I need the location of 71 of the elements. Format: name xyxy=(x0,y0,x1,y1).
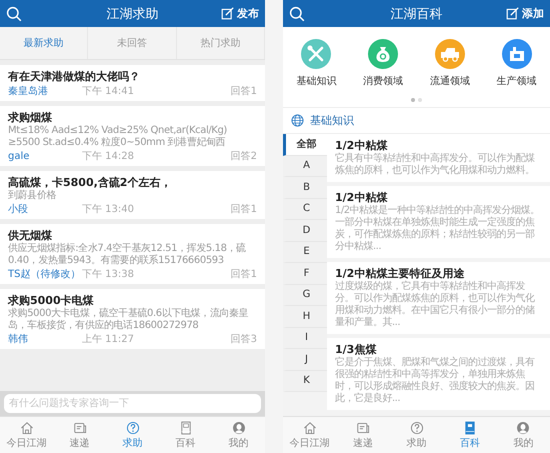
home-icon xyxy=(302,420,317,434)
screen-title: 江湖求助 xyxy=(106,6,158,22)
category-button[interactable]: 基础知识 xyxy=(296,39,336,88)
post-title: 供无烟煤 xyxy=(8,228,53,242)
book-icon xyxy=(462,420,477,434)
article-summary: 它是介于焦煤、肥煤和气煤之间的过渡煤，具有很强的粘结性和中高等挥发分，单独用来炼焦时，可以形成熔融性良好、强度较大的焦炭。因此，它是良好... xyxy=(335,357,536,405)
article-card[interactable]: 1/2中粘煤主要特征及用途 过度煤级的煤，它具有中等粘结性和中高挥发分。可以作为配煤炼焦的原料，也可以作为气化用煤和动力燃料。在中国它只有很小一部分的储量和产量。其... xyxy=(327,262,550,334)
article-title: 1/2中粘煤 xyxy=(335,191,388,204)
post-text: 求购5000大卡电煤，硫空干基硫0.6以下电煤，流向秦皇岛，车板接货，有供应的电话18600272978 xyxy=(8,308,250,332)
answer-count: 回答1 xyxy=(230,268,257,281)
edit-icon xyxy=(221,7,234,20)
question-input-field[interactable]: 有什么问题找专家咨询一下 xyxy=(4,394,261,413)
post-card[interactable]: 高硫煤，卡5800,含硫2个左右， 到蔚县价格 小段 下午 13:40 回答1 xyxy=(0,171,265,219)
post-time: 下午 13:38 xyxy=(82,268,134,281)
compose-button[interactable]: 添加 xyxy=(506,6,544,21)
post-title: 求购烟煤 xyxy=(8,110,53,125)
post-title: 有在天津港做煤的大佬吗？ xyxy=(8,69,141,84)
compose-button[interactable]: 发布 xyxy=(221,6,259,21)
book-icon xyxy=(178,420,192,434)
post-title: 求购5000卡电煤 xyxy=(8,293,95,308)
article-summary: 它具有中等粘结性和中高挥发分。可以作为配煤炼焦的原料，也可以作为气化用煤和动力燃料。 xyxy=(335,153,536,177)
post-card[interactable]: 供无烟煤 供应无烟煤指标:全水7.4空干基灰12.51，挥发5.18，硫0.40，发热量5943。有需要的联系15176660593 TS赵（待修改）下午 13:38 回答1 xyxy=(0,224,265,284)
question-icon xyxy=(410,420,424,434)
globe-icon xyxy=(291,114,304,127)
answer-count: 回答3 xyxy=(230,333,257,346)
article-card[interactable]: 1/2中粘煤 它具有中等粘结性和中高挥发分。可以作为配煤炼焦的原料，也可以作为气化用煤和动力燃料。 xyxy=(327,134,550,182)
author-link[interactable]: 小段 xyxy=(8,203,82,216)
author-link[interactable]: 韩伟 xyxy=(8,333,82,346)
tab-bar-item[interactable]: 百科 xyxy=(443,417,497,453)
question-icon xyxy=(126,420,140,434)
newspaper-icon xyxy=(356,420,370,434)
answer-count: 回答2 xyxy=(230,150,257,163)
category-button[interactable]: 消费领域 xyxy=(363,39,404,88)
person-icon xyxy=(516,420,530,434)
post-title: 高硫煤，卡5800,含硫2个左右， xyxy=(8,175,172,190)
search-icon[interactable] xyxy=(289,6,305,22)
post-text: Mt≤18% Aad≤12% Vad≥25% Qnet,ar(Kcal/Kg) ≥5500 St.ad≤0.4% 粒度0~50mm 到港曹妃甸西 xyxy=(8,125,228,149)
article-title: 1/2中粘煤 xyxy=(335,139,388,152)
screen-title: 江湖百科 xyxy=(390,6,442,22)
article-title: 1/2中粘煤主要特征及用途 xyxy=(335,267,466,280)
article-card[interactable]: 1/2中粘煤 1/2中粘煤是一种中等粘结性的中高挥发分烟煤。一部分中粘煤在单独炼焦时能生成一定强度的焦炭，可作配煤炼焦的原料；粘结性较弱的另一部分中粘煤... xyxy=(327,186,550,258)
author-link[interactable]: gale xyxy=(8,150,82,163)
page-indicator-dot[interactable] xyxy=(411,98,415,102)
answer-count: 回答1 xyxy=(230,85,257,98)
newspaper-icon xyxy=(72,420,86,434)
tab-bar-item[interactable]: 求助 xyxy=(106,417,159,453)
article-title: 1/3焦煤 xyxy=(335,343,378,356)
article-card[interactable]: 1/3焦煤 它是介于焦煤、肥煤和气煤之间的过渡煤，具有很强的粘结性和中高等挥发分，单独用来炼焦时，可以形成熔融性良好、强度较大的焦炭。因此，它是良好... xyxy=(327,338,550,410)
author-link[interactable]: 秦皇岛港 xyxy=(8,85,82,98)
post-time: 下午 13:40 xyxy=(82,203,134,216)
category-button[interactable]: 生产领域 xyxy=(496,39,537,88)
author-link[interactable]: TS赵（待修改） xyxy=(8,268,82,281)
post-time: 下午 14:41 xyxy=(82,85,134,98)
article-summary: 过度煤级的煤，它具有中等粘结性和中高挥发分。可以作为配煤炼焦的原料，也可以作为气化用煤和动力燃料。在中国它只有很小一部分的储量和产量。其... xyxy=(335,281,536,329)
person-icon xyxy=(232,420,246,434)
category-button[interactable]: 流通领域 xyxy=(430,39,470,88)
answer-count: 回答1 xyxy=(230,203,257,216)
section-title: 基础知识 xyxy=(310,113,354,128)
post-card[interactable]: 有在天津港做煤的大佬吗？ 秦皇岛港 下午 14:41 回答1 xyxy=(0,65,265,101)
post-card[interactable]: 求购烟煤 Mt≤18% Aad≤12% Vad≥25% Qnet,ar(Kcal/Kg) ≥5500 St.ad≤0.4% 粒度0~50mm 到港曹妃甸西 gale 下午 14:28 回答2 xyxy=(0,106,265,166)
tab[interactable]: 最新求助 xyxy=(0,27,88,59)
post-time: 下午 14:28 xyxy=(82,150,134,163)
post-time: 上午 11:27 xyxy=(82,333,134,346)
index-item[interactable]: 全部 xyxy=(283,134,327,156)
post-text: 到蔚县价格 xyxy=(8,190,58,202)
home-icon xyxy=(20,420,34,434)
article-summary: 1/2中粘煤是一种中等粘结性的中高挥发分烟煤。一部分中粘煤在单独炼焦时能生成一定强度的焦炭，可作配煤炼焦的原料；粘结性较弱的另一部分中粘煤... xyxy=(335,205,541,253)
post-card[interactable]: 求购5000卡电煤 求购5000大卡电煤，硫空干基硫0.6以下电煤，流向秦皇岛，车板接货，有供应的电话18600272978 韩伟 上午 11:27 回答3 xyxy=(0,289,265,349)
search-icon[interactable] xyxy=(6,6,22,22)
post-text: 供应无烟煤指标:全水7.4空干基灰12.51，挥发5.18，硫0.40，发热量5943。有需要的联系15176660593 xyxy=(8,243,247,267)
edit-icon xyxy=(506,7,519,20)
